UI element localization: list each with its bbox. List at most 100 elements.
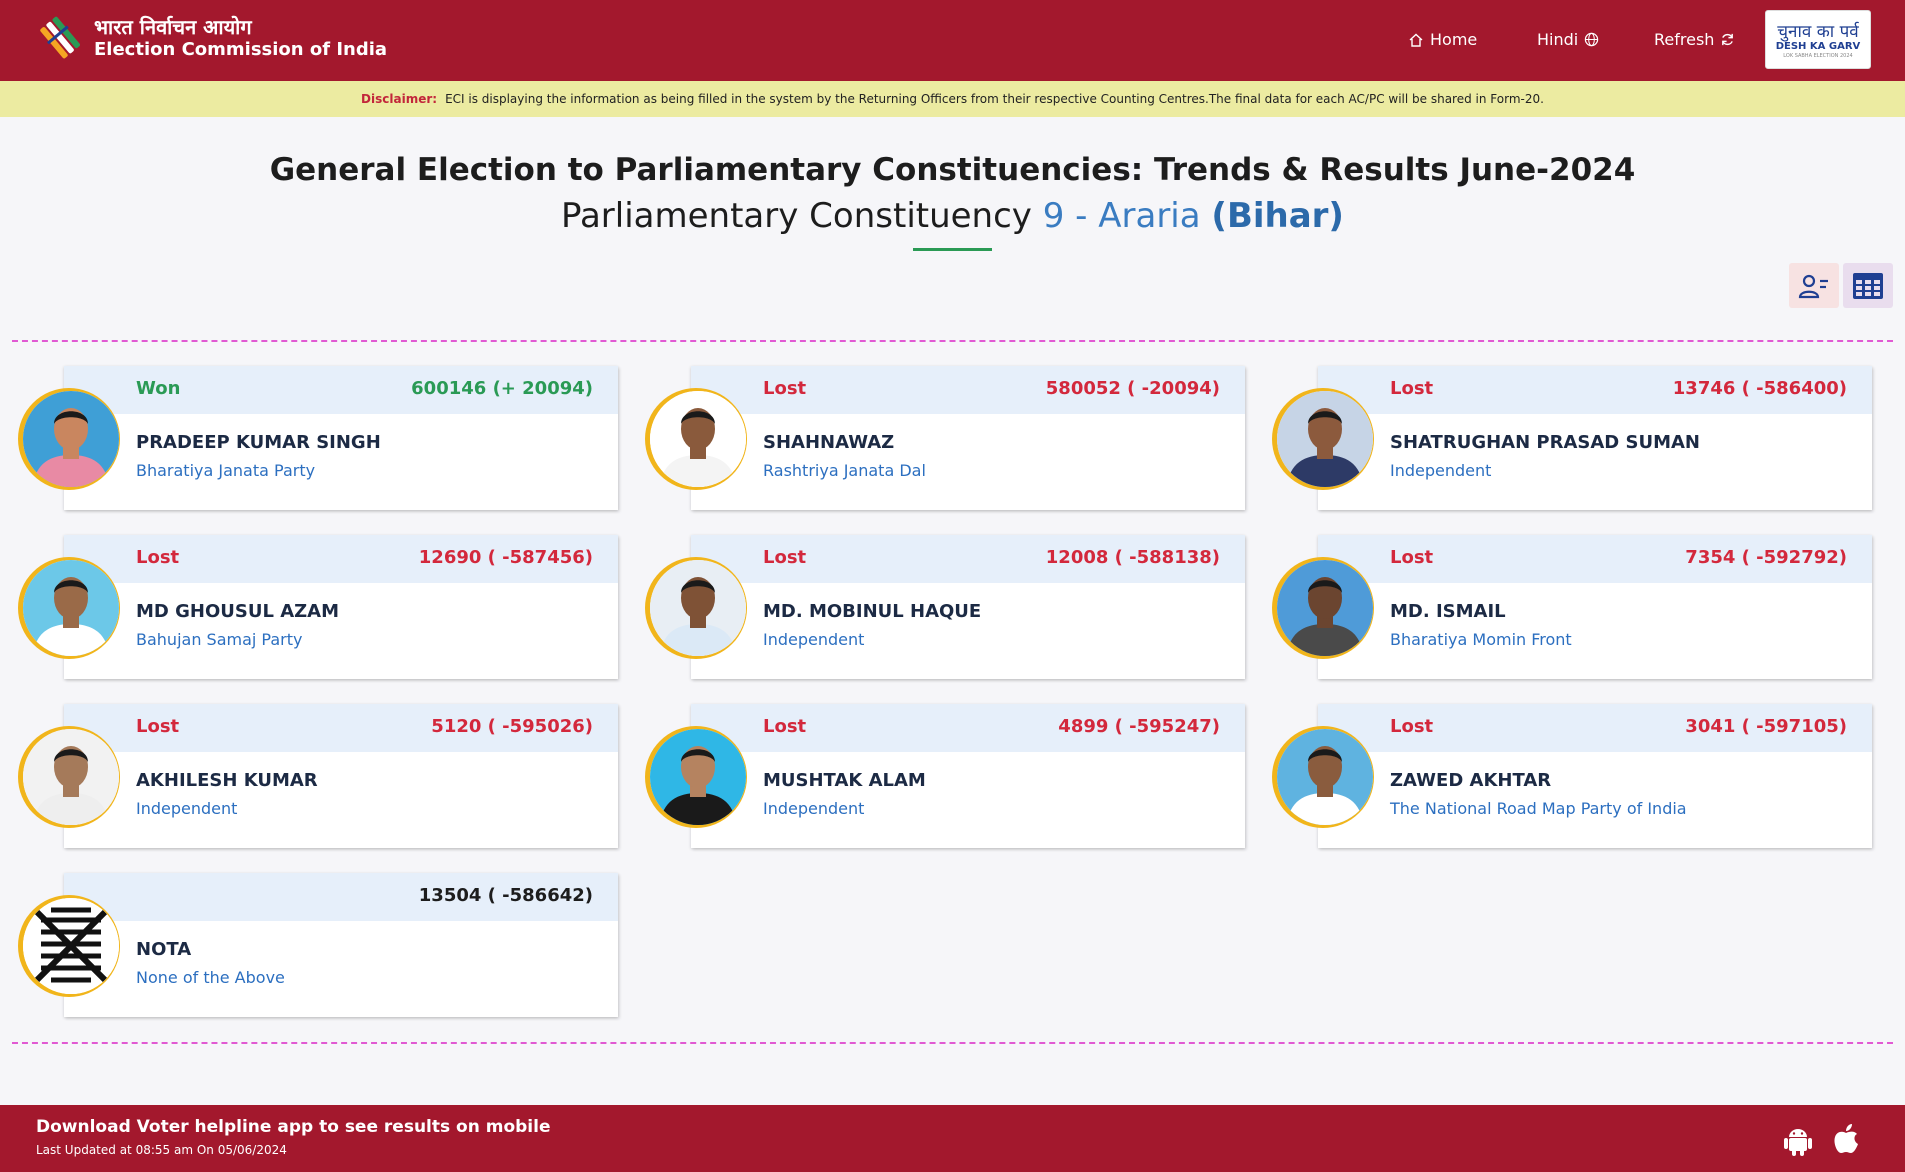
nota-description[interactable]: None of the Above bbox=[136, 968, 285, 987]
brand-hindi[interactable]: भारत निर्वाचन आयोग bbox=[94, 13, 252, 40]
candidate-photo[interactable] bbox=[650, 729, 746, 825]
candidate-portrait-icon bbox=[1277, 560, 1373, 656]
candidate-party-link[interactable]: Independent bbox=[763, 630, 864, 649]
nav-hindi-label: Hindi bbox=[1537, 30, 1579, 49]
candidate-name: MD GHOUSUL AZAM bbox=[136, 601, 340, 622]
candidate-party-link[interactable]: Rashtriya Janata Dal bbox=[763, 461, 926, 480]
candidate-party-link[interactable]: Bharatiya Momin Front bbox=[1390, 630, 1572, 649]
candidate-card[interactable]: Lost 12690 ( -587456) MD GHOUSUL AZAM Bahuj… bbox=[18, 535, 618, 679]
candidate-status: Lost bbox=[1390, 547, 1434, 568]
candidate-view-button[interactable] bbox=[1789, 263, 1839, 308]
divider-bottom bbox=[12, 1042, 1893, 1044]
user-list-icon bbox=[1798, 274, 1828, 298]
candidate-votes: 7354 ( -592792) bbox=[1685, 547, 1847, 568]
globe-icon bbox=[1585, 32, 1599, 47]
candidate-status: Lost bbox=[1390, 378, 1434, 399]
candidate-avatar-ring bbox=[1272, 557, 1374, 659]
footer-last-updated: Last Updated at 08:55 am On 05/06/2024 bbox=[36, 1143, 287, 1157]
candidate-status: Lost bbox=[763, 378, 807, 399]
candidate-avatar-ring bbox=[1272, 388, 1374, 490]
candidate-card[interactable]: Lost 12008 ( -588138) MD. MOBINUL HAQUE Ind… bbox=[645, 535, 1245, 679]
footer: Download Voter helpline app to see resul… bbox=[0, 1105, 1905, 1172]
desh-ka-garv-logo[interactable]: चुनाव का पर्व DESH KA GARV LOK SABHA ELE… bbox=[1765, 10, 1871, 69]
candidate-name: MD. MOBINUL HAQUE bbox=[763, 601, 982, 622]
candidate-votes: 3041 ( -597105) bbox=[1685, 716, 1847, 737]
candidate-card[interactable]: Lost 3041 ( -597105) ZAWED AKHTAR The Natio… bbox=[1272, 704, 1872, 848]
eci-logo-icon[interactable] bbox=[34, 13, 86, 65]
footer-download-text: Download Voter helpline app to see resul… bbox=[36, 1117, 551, 1137]
candidate-card[interactable]: Won 600146 (+ 20094) PRADEEP KUMAR SINGH Bh… bbox=[18, 366, 618, 510]
candidate-portrait-icon bbox=[23, 391, 119, 487]
candidate-photo[interactable] bbox=[1277, 560, 1373, 656]
candidate-portrait-icon bbox=[650, 391, 746, 487]
disclaimer-bar: Disclaimer: ECI is displaying the informa… bbox=[0, 81, 1905, 117]
candidate-photo[interactable] bbox=[23, 391, 119, 487]
nav-home-label: Home bbox=[1430, 30, 1478, 49]
candidate-votes: 580052 ( -20094) bbox=[1045, 378, 1220, 399]
candidate-portrait-icon bbox=[1277, 729, 1373, 825]
table-icon bbox=[1853, 272, 1883, 299]
apple-icon[interactable] bbox=[1832, 1123, 1860, 1156]
nav-hindi-link[interactable]: Hindi bbox=[1537, 30, 1599, 49]
candidate-name: SHATRUGHAN PRASAD SUMAN bbox=[1390, 432, 1700, 453]
nota-avatar-ring bbox=[18, 895, 120, 997]
nav-refresh-link[interactable]: Refresh bbox=[1654, 30, 1735, 49]
candidate-card[interactable]: Lost 13746 ( -586400) SHATRUGHAN PRASAD SU… bbox=[1272, 366, 1872, 510]
disclaimer-text: ECI is displaying the information as bei… bbox=[445, 92, 1544, 106]
candidate-party-link[interactable]: Independent bbox=[136, 799, 237, 818]
candidate-photo[interactable] bbox=[23, 729, 119, 825]
nav-home-link[interactable]: Home bbox=[1408, 30, 1477, 49]
candidate-card[interactable]: Lost 580052 ( -20094) SHAHNAWAZ Rashtriya J… bbox=[645, 366, 1245, 510]
candidate-photo[interactable] bbox=[650, 391, 746, 487]
constituency-title: Parliamentary Constituency 9 - Araria (B… bbox=[0, 196, 1905, 236]
candidate-avatar-ring bbox=[18, 557, 120, 659]
candidate-party-link[interactable]: Independent bbox=[1390, 461, 1491, 480]
desh-logo-hindi: चुनाव का पर्व bbox=[1777, 22, 1859, 42]
candidate-party-link[interactable]: The National Road Map Party of India bbox=[1390, 799, 1687, 818]
divider-top bbox=[12, 340, 1893, 342]
candidate-avatar-ring bbox=[1272, 726, 1374, 828]
candidate-card[interactable]: Lost 5120 ( -595026) AKHILESH KUMAR Indepen… bbox=[18, 704, 618, 848]
candidate-avatar-ring bbox=[645, 557, 747, 659]
candidate-name: ZAWED AKHTAR bbox=[1390, 770, 1552, 791]
table-view-button[interactable] bbox=[1843, 263, 1893, 308]
candidate-photo[interactable] bbox=[23, 560, 119, 656]
candidate-name: PRADEEP KUMAR SINGH bbox=[136, 432, 381, 453]
candidate-portrait-icon bbox=[1277, 391, 1373, 487]
disclaimer-label: Disclaimer: bbox=[361, 92, 438, 106]
desh-logo-sub: LOK SABHA ELECTION 2024 bbox=[1783, 53, 1853, 59]
title-underline bbox=[913, 248, 992, 251]
candidate-portrait-icon bbox=[650, 560, 746, 656]
candidate-votes: 12690 ( -587456) bbox=[418, 547, 593, 568]
candidate-status: Lost bbox=[136, 716, 180, 737]
candidate-party-link[interactable]: Bharatiya Janata Party bbox=[136, 461, 315, 480]
desh-logo-english: DESH KA GARV bbox=[1775, 41, 1861, 52]
candidate-votes: 13746 ( -586400) bbox=[1672, 378, 1847, 399]
page-title: General Election to Parliamentary Consti… bbox=[269, 152, 1636, 188]
android-icon[interactable] bbox=[1783, 1125, 1813, 1157]
constituency-state: (Bihar) bbox=[1211, 196, 1344, 236]
candidate-status: Lost bbox=[136, 547, 180, 568]
brand-english[interactable]: Election Commission of India bbox=[94, 39, 387, 60]
candidate-avatar-ring bbox=[18, 726, 120, 828]
candidate-party-link[interactable]: Independent bbox=[763, 799, 864, 818]
home-icon bbox=[1409, 33, 1423, 47]
top-header: भारत निर्वाचन आयोग Election Commission o… bbox=[0, 0, 1905, 81]
candidate-votes: 4899 ( -595247) bbox=[1058, 716, 1220, 737]
candidate-photo[interactable] bbox=[1277, 391, 1373, 487]
candidate-card[interactable]: Lost 7354 ( -592792) MD. ISMAIL Bharatiya M… bbox=[1272, 535, 1872, 679]
candidate-status: Won bbox=[136, 378, 181, 399]
nav-refresh-label: Refresh bbox=[1654, 30, 1715, 49]
candidate-status: Lost bbox=[763, 716, 807, 737]
candidate-votes: 12008 ( -588138) bbox=[1045, 547, 1220, 568]
candidate-photo[interactable] bbox=[650, 560, 746, 656]
candidate-status: Lost bbox=[1390, 716, 1434, 737]
candidate-votes: 5120 ( -595026) bbox=[431, 716, 593, 737]
candidate-photo[interactable] bbox=[1277, 729, 1373, 825]
nota-card[interactable]: 13504 ( -586642) NOTA None of the Above bbox=[18, 873, 618, 1017]
candidate-party-link[interactable]: Bahujan Samaj Party bbox=[136, 630, 302, 649]
candidate-name: AKHILESH KUMAR bbox=[136, 770, 318, 791]
candidate-card[interactable]: Lost 4899 ( -595247) MUSHTAK ALAM Independe… bbox=[645, 704, 1245, 848]
candidate-avatar-ring bbox=[18, 388, 120, 490]
nota-name: NOTA bbox=[136, 939, 192, 960]
